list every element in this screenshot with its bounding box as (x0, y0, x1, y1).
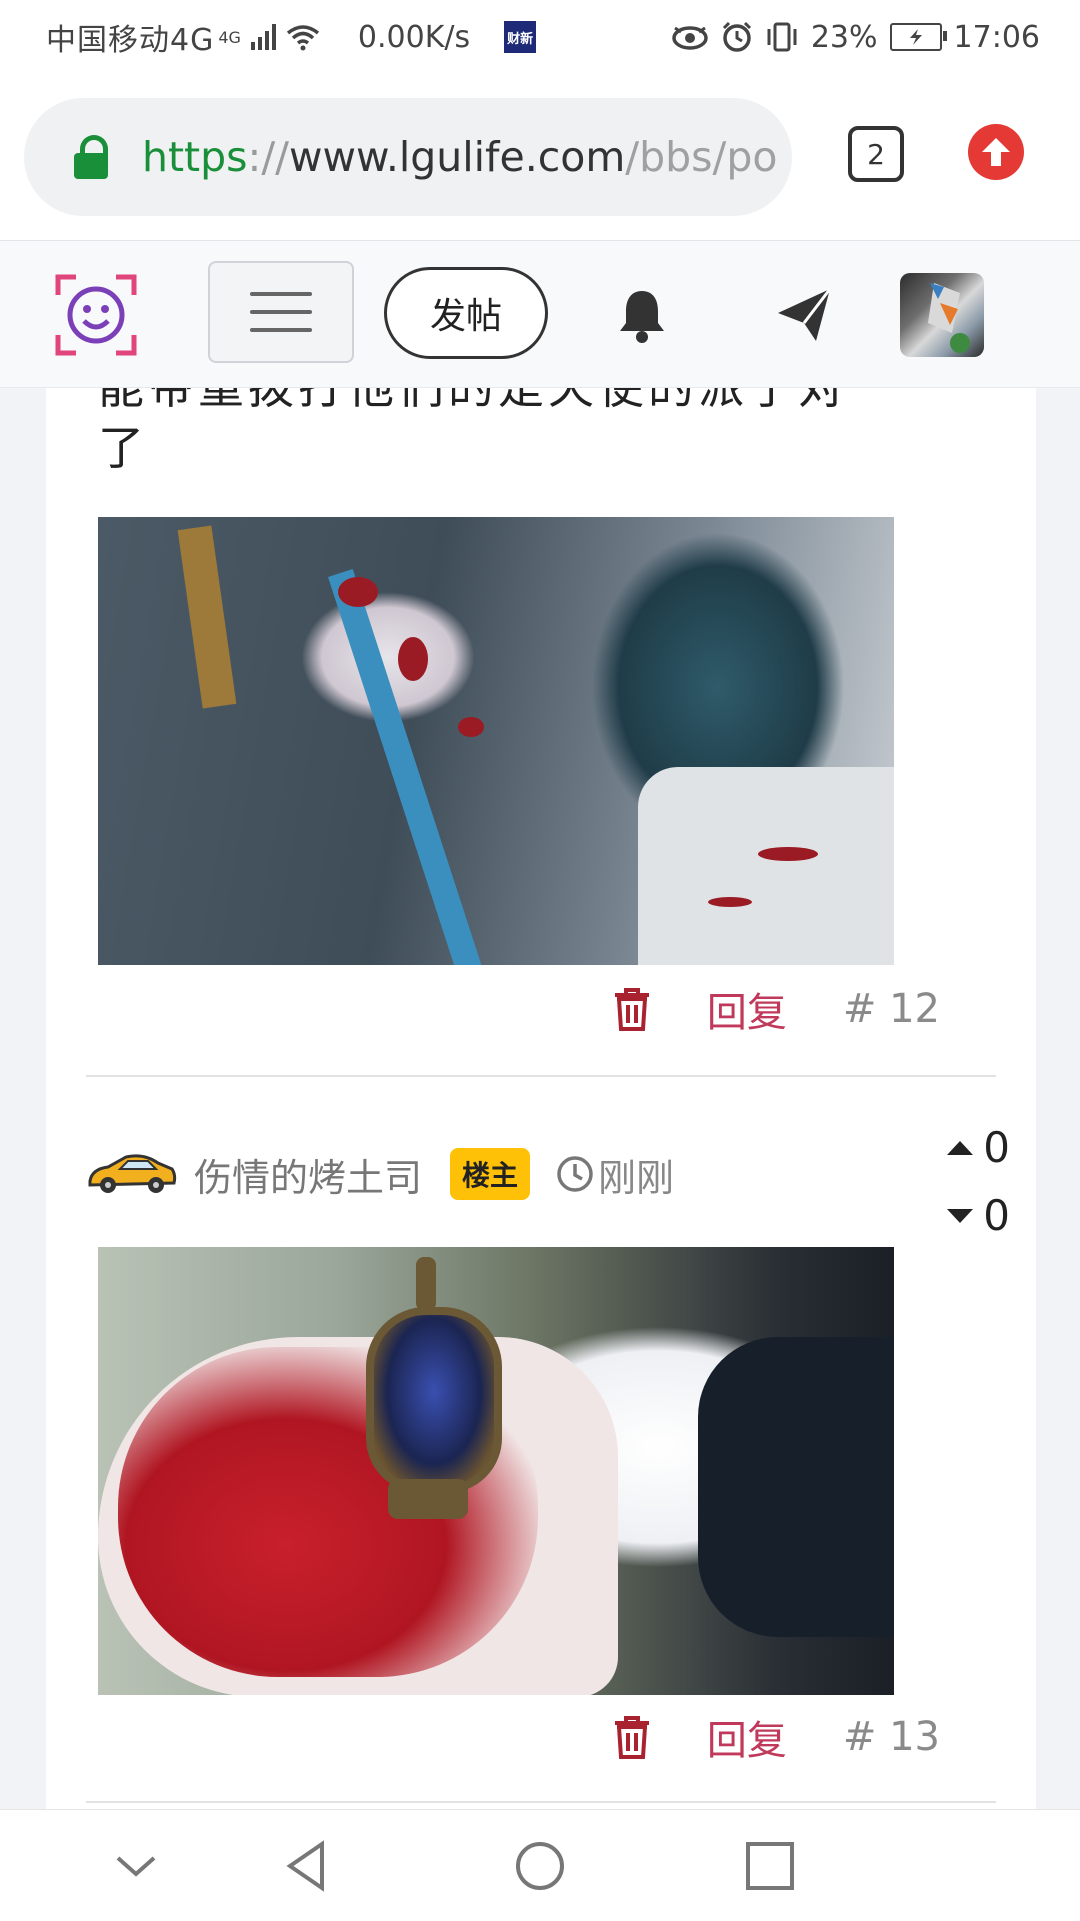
reply-link[interactable]: 回复 (707, 1708, 787, 1766)
downvote-button[interactable]: 0 (947, 1191, 1010, 1240)
post-image[interactable] (98, 1247, 894, 1695)
signal-icon (250, 24, 276, 50)
tabs-button[interactable]: 2 (848, 126, 904, 182)
home-icon[interactable] (514, 1840, 566, 1892)
menu-icon-bar (250, 310, 312, 314)
url-scheme: https (142, 133, 248, 181)
url-host: www.lgulife.com (288, 133, 626, 181)
post-text: 了 (98, 421, 144, 475)
trash-icon[interactable] (613, 1715, 651, 1759)
arrow-up-icon (982, 138, 1010, 166)
menu-icon-bar (250, 292, 312, 296)
network-speed: 0.00K/s (357, 19, 471, 55)
url-separator: :// (247, 133, 289, 181)
logo-icon[interactable] (54, 273, 138, 357)
reply-link[interactable]: 回复 (707, 980, 787, 1038)
battery-icon (889, 23, 947, 51)
username[interactable]: 伤情的烤土司 (194, 1147, 422, 1202)
send-icon[interactable] (776, 287, 832, 343)
post-time: 刚刚 (556, 1147, 674, 1202)
eye-icon (672, 26, 708, 50)
bell-icon[interactable] (616, 287, 668, 343)
status-left: 中国移动4G 4G 0.00K/s 财新 (46, 0, 537, 74)
new-post-button[interactable]: 发帖 (384, 267, 548, 359)
lock-icon (72, 133, 112, 181)
trash-icon[interactable] (613, 987, 651, 1031)
system-nav-bar (0, 1809, 1080, 1921)
upvote-button[interactable]: 0 (947, 1123, 1010, 1172)
wifi-icon (286, 25, 320, 51)
site-header: 发帖 (0, 241, 1080, 388)
avatar[interactable] (900, 273, 984, 357)
menu-button[interactable] (208, 261, 354, 363)
time-text: 刚刚 (598, 1155, 675, 1200)
upvote-icon (947, 1140, 974, 1155)
post-image[interactable] (98, 517, 894, 965)
reply-header: 伤情的烤土司 楼主 刚刚 (86, 1139, 674, 1209)
post-text-partial: 能带重拨打他们的是天使的派了对 (98, 387, 848, 414)
network-type-label: 4G (218, 27, 241, 47)
url-field[interactable]: https://www.lgulife.com/bbs/po (24, 98, 792, 216)
browser-toolbar: https://www.lgulife.com/bbs/po 2 (0, 74, 1080, 241)
upvote-count: 0 (983, 1123, 1010, 1172)
post-actions: 回复 # 12 (613, 979, 940, 1039)
post-divider (86, 1075, 996, 1077)
op-badge: 楼主 (450, 1148, 531, 1200)
clock-time: 17:06 (953, 19, 1040, 55)
alarm-icon (722, 21, 751, 52)
clock-icon (557, 1156, 593, 1192)
thread-content: 能带重拨打他们的是天使的派了对 了 回复 # 12 伤情的烤土司 楼主 刚刚 0… (46, 387, 1036, 1809)
battery-percent: 23% (810, 19, 878, 55)
url-path: /bbs/po (625, 133, 778, 181)
car-icon (88, 1154, 177, 1193)
floor-number: # 13 (842, 1714, 940, 1760)
post-divider (86, 1801, 996, 1803)
news-app-icon: 财新 (504, 21, 537, 53)
avatar-illustration (928, 283, 970, 353)
downvote-icon (947, 1208, 974, 1223)
status-right: 23% 17:06 (671, 0, 1040, 74)
post-actions: 回复 # 13 (613, 1707, 940, 1767)
vibrate-icon (767, 22, 797, 52)
downvote-count: 0 (983, 1191, 1010, 1240)
status-bar: 中国移动4G 4G 0.00K/s 财新 23% 17:06 (0, 0, 1080, 74)
menu-icon-bar (250, 328, 312, 332)
chevron-down-icon[interactable] (110, 1840, 162, 1892)
floor-number: # 12 (842, 986, 940, 1032)
carrier-label: 中国移动4G (46, 23, 215, 58)
recents-icon[interactable] (744, 1840, 796, 1892)
back-icon[interactable] (282, 1840, 334, 1892)
url-text[interactable]: https://www.lgulife.com/bbs/po (142, 133, 777, 181)
upload-button[interactable] (968, 124, 1024, 180)
